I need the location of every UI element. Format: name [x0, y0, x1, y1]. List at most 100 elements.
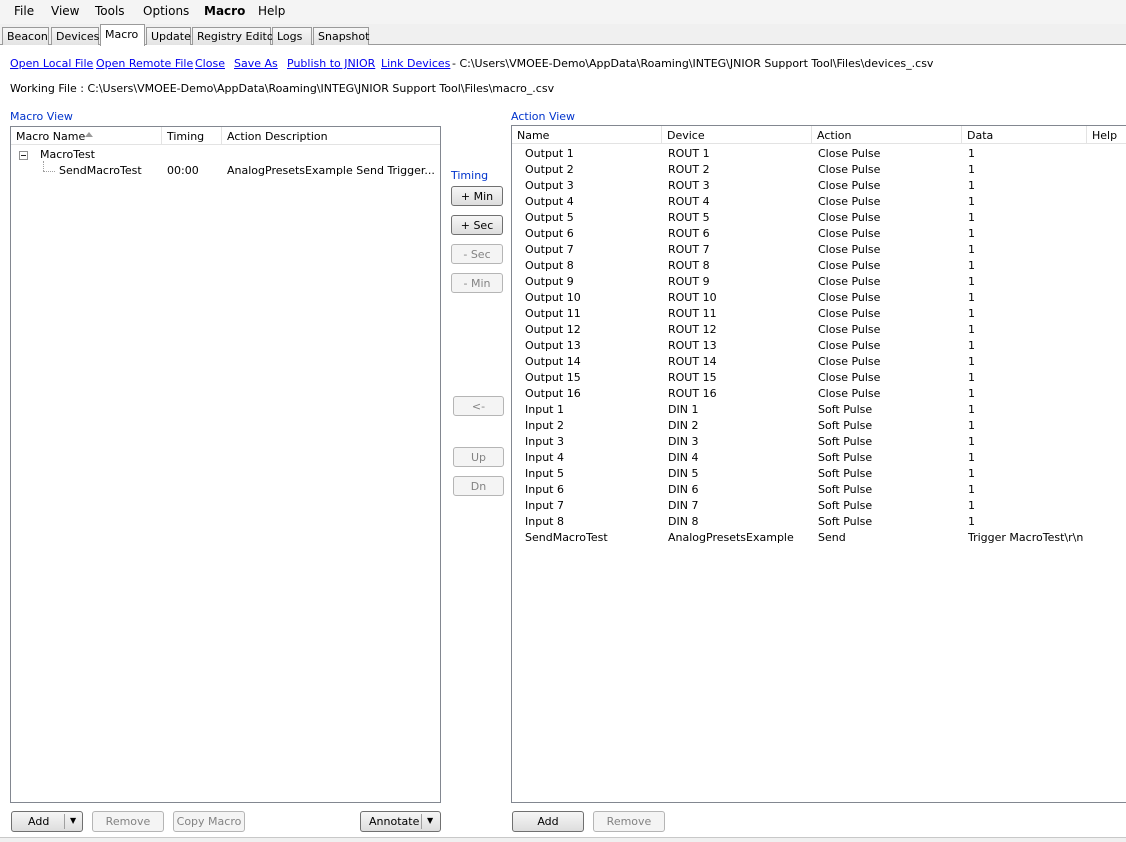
dropdown-arrow-icon[interactable]: ▼: [427, 816, 433, 825]
row-action: Close Pulse: [818, 387, 881, 400]
tree-node-child-name[interactable]: SendMacroTest: [59, 164, 142, 177]
table-row[interactable]: SendMacroTest AnalogPresetsExample Send Tri…: [512, 531, 1126, 547]
column-header-timing[interactable]: Timing: [162, 127, 222, 145]
table-row[interactable]: Input 2 DIN 2 Soft Pulse 1: [512, 419, 1126, 435]
table-row[interactable]: Input 4 DIN 4 Soft Pulse 1: [512, 451, 1126, 467]
action-list-view[interactable]: Name Device Action Data Help Output 1 ROU…: [511, 125, 1126, 803]
table-row[interactable]: Output 7 ROUT 7 Close Pulse 1: [512, 243, 1126, 259]
row-action: Close Pulse: [818, 147, 881, 160]
menu-bar: File View Tools Options Macro Help: [0, 0, 1126, 24]
table-row[interactable]: Output 14 ROUT 14 Close Pulse 1: [512, 355, 1126, 371]
menu-macro[interactable]: Macro: [204, 4, 245, 18]
menu-file[interactable]: File: [14, 4, 34, 18]
menu-tools[interactable]: Tools: [95, 4, 125, 18]
menu-help[interactable]: Help: [258, 4, 285, 18]
tree-collapse-icon[interactable]: [19, 151, 28, 160]
column-header-name[interactable]: Name: [512, 126, 662, 144]
row-device: ROUT 2: [668, 163, 710, 176]
tree-node-macro[interactable]: MacroTest: [40, 148, 95, 161]
tab-snapshot[interactable]: Snapshot: [313, 27, 369, 45]
move-left-button[interactable]: <-: [453, 396, 504, 416]
table-row[interactable]: Input 8 DIN 8 Soft Pulse 1: [512, 515, 1126, 531]
row-device: ROUT 12: [668, 323, 717, 336]
publish-to-jnior-link[interactable]: Publish to JNIOR: [287, 57, 375, 70]
table-row[interactable]: Output 12 ROUT 12 Close Pulse 1: [512, 323, 1126, 339]
table-row[interactable]: Output 16 ROUT 16 Close Pulse 1: [512, 387, 1126, 403]
plus-sec-button[interactable]: + Sec: [451, 215, 503, 235]
table-row[interactable]: Input 1 DIN 1 Soft Pulse 1: [512, 403, 1126, 419]
row-action: Close Pulse: [818, 371, 881, 384]
column-header-data[interactable]: Data: [962, 126, 1087, 144]
tab-devices[interactable]: Devices: [51, 27, 99, 45]
annotate-split-button[interactable]: Annotate ▼: [360, 811, 441, 832]
action-remove-button[interactable]: Remove: [593, 811, 665, 832]
column-header-help[interactable]: Help: [1087, 126, 1126, 144]
macro-tree-view[interactable]: Macro Name Timing Action Description Mac…: [10, 126, 441, 803]
macro-add-split-button[interactable]: Add ▼: [11, 811, 83, 832]
tab-beacon[interactable]: Beacon: [2, 27, 49, 45]
tab-registry-editor[interactable]: Registry Editor: [192, 27, 278, 45]
table-row[interactable]: Output 13 ROUT 13 Close Pulse 1: [512, 339, 1126, 355]
row-name: Output 4: [525, 195, 574, 208]
row-action: Soft Pulse: [818, 467, 873, 480]
row-action: Soft Pulse: [818, 499, 873, 512]
table-row[interactable]: Input 3 DIN 3 Soft Pulse 1: [512, 435, 1126, 451]
tab-update[interactable]: Update: [146, 27, 191, 45]
row-data: 1: [968, 339, 975, 352]
table-row[interactable]: Output 6 ROUT 6 Close Pulse 1: [512, 227, 1126, 243]
action-add-button[interactable]: Add: [512, 811, 584, 832]
row-data: 1: [968, 355, 975, 368]
row-name: Output 11: [525, 307, 581, 320]
row-name: Output 7: [525, 243, 574, 256]
column-header-action-description[interactable]: Action Description: [222, 127, 440, 145]
copy-macro-button[interactable]: Copy Macro: [173, 811, 245, 832]
move-up-button[interactable]: Up: [453, 447, 504, 467]
table-row[interactable]: Input 5 DIN 5 Soft Pulse 1: [512, 467, 1126, 483]
menu-view[interactable]: View: [51, 4, 79, 18]
menu-options[interactable]: Options: [143, 4, 189, 18]
move-down-button[interactable]: Dn: [453, 476, 504, 496]
row-device: AnalogPresetsExample: [668, 531, 794, 544]
row-data: 1: [968, 515, 975, 528]
open-remote-file-link[interactable]: Open Remote File: [96, 57, 193, 70]
minus-min-button[interactable]: - Min: [451, 273, 503, 293]
tab-macro[interactable]: Macro: [100, 24, 145, 46]
row-name: Output 8: [525, 259, 574, 272]
table-row[interactable]: Output 5 ROUT 5 Close Pulse 1: [512, 211, 1126, 227]
table-row[interactable]: Output 9 ROUT 9 Close Pulse 1: [512, 275, 1126, 291]
table-row[interactable]: Output 8 ROUT 8 Close Pulse 1: [512, 259, 1126, 275]
table-row[interactable]: Output 3 ROUT 3 Close Pulse 1: [512, 179, 1126, 195]
table-row[interactable]: Output 15 ROUT 15 Close Pulse 1: [512, 371, 1126, 387]
column-header-device[interactable]: Device: [662, 126, 812, 144]
table-row[interactable]: Output 11 ROUT 11 Close Pulse 1: [512, 307, 1126, 323]
table-row[interactable]: Output 2 ROUT 2 Close Pulse 1: [512, 163, 1126, 179]
row-action: Close Pulse: [818, 195, 881, 208]
table-row[interactable]: Output 10 ROUT 10 Close Pulse 1: [512, 291, 1126, 307]
macro-add-label: Add: [28, 815, 50, 828]
link-devices-link[interactable]: Link Devices: [381, 57, 450, 70]
open-local-file-link[interactable]: Open Local File: [10, 57, 93, 70]
minus-sec-button[interactable]: - Sec: [451, 244, 503, 264]
table-row[interactable]: Input 6 DIN 6 Soft Pulse 1: [512, 483, 1126, 499]
dropdown-arrow-icon[interactable]: ▼: [70, 816, 76, 825]
row-action: Soft Pulse: [818, 483, 873, 496]
close-link[interactable]: Close: [195, 57, 225, 70]
column-header-macro-name[interactable]: Macro Name: [11, 127, 162, 145]
table-row[interactable]: Output 1 ROUT 1 Close Pulse 1: [512, 147, 1126, 163]
row-action: Soft Pulse: [818, 515, 873, 528]
row-data: 1: [968, 387, 975, 400]
column-header-action[interactable]: Action: [812, 126, 962, 144]
tab-logs[interactable]: Logs: [272, 27, 312, 45]
macro-remove-button[interactable]: Remove: [92, 811, 164, 832]
row-device: DIN 3: [668, 435, 699, 448]
row-device: ROUT 3: [668, 179, 710, 192]
table-row[interactable]: Input 7 DIN 7 Soft Pulse 1: [512, 499, 1126, 515]
plus-min-button[interactable]: + Min: [451, 186, 503, 206]
table-row[interactable]: Output 4 ROUT 4 Close Pulse 1: [512, 195, 1126, 211]
row-action: Close Pulse: [818, 307, 881, 320]
row-device: ROUT 15: [668, 371, 717, 384]
save-as-link[interactable]: Save As: [234, 57, 278, 70]
tree-node-child-timing: 00:00: [167, 164, 199, 177]
row-data: 1: [968, 323, 975, 336]
row-action: Close Pulse: [818, 339, 881, 352]
